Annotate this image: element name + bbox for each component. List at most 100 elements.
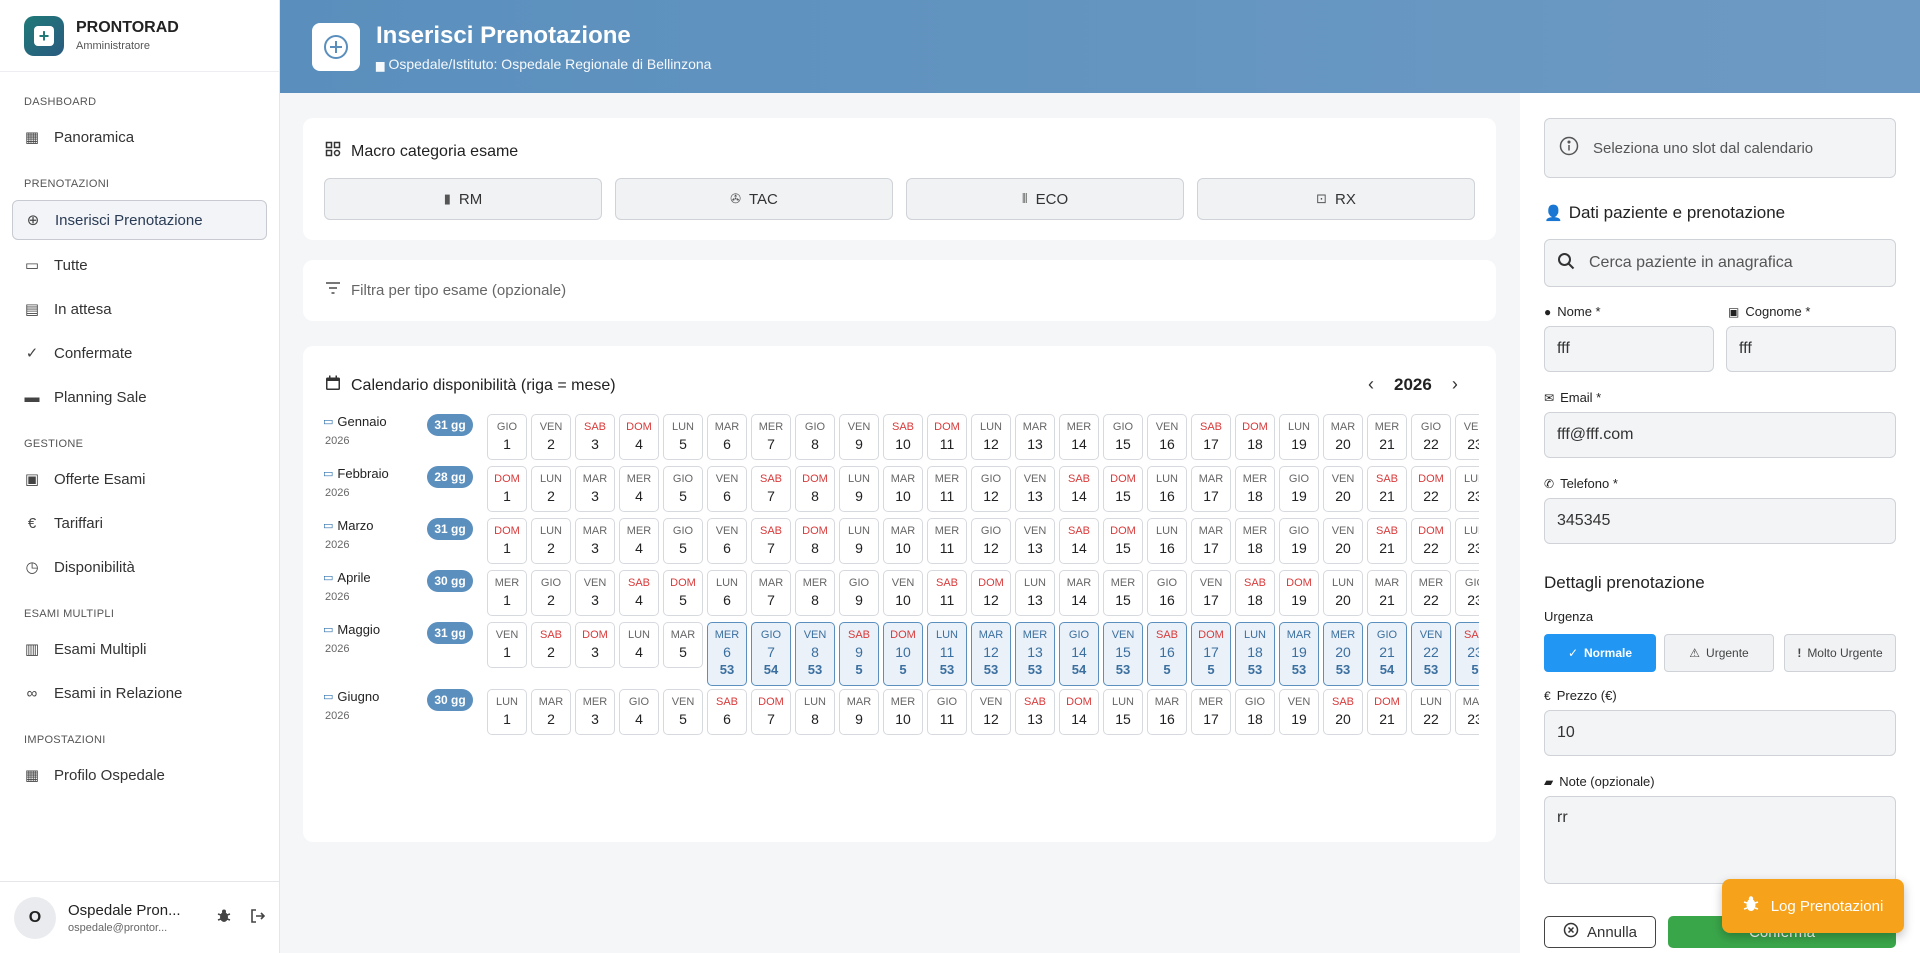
day-of-week: LUN — [847, 473, 870, 485]
macro-rm-button[interactable]: ▮ RM — [324, 178, 602, 220]
day-of-week: SAB — [539, 629, 562, 641]
sidebar-item-profilo-ospedale[interactable]: ▦ Profilo Ospedale — [12, 756, 267, 794]
filter-card[interactable]: Filtra per tipo esame (opzionale) — [303, 260, 1496, 321]
day-number: 23 — [1467, 644, 1479, 660]
calendar-slot-day[interactable]: VEN 8 53 — [795, 622, 835, 686]
calendar-slot-day[interactable]: LUN 18 53 — [1235, 622, 1275, 686]
slot-count: 53 — [1291, 662, 1307, 677]
day-number: 23 — [1467, 436, 1479, 452]
calendar-day: MAR 10 — [883, 466, 923, 512]
calendar-slot-day[interactable]: DOM 17 5 — [1191, 622, 1231, 686]
calendar-slot-day[interactable]: MER 20 53 — [1323, 622, 1363, 686]
calendar-slot-day[interactable]: DOM 10 5 — [883, 622, 923, 686]
calendar-day: LUN 16 — [1147, 466, 1187, 512]
day-number: 5 — [679, 540, 687, 556]
month-name: Maggio — [337, 622, 381, 637]
macro-tac-button[interactable]: ✇ TAC — [615, 178, 893, 220]
sidebar-item-disponibilit-[interactable]: ◷ Disponibilità — [12, 548, 267, 586]
telefono-label: ✆ Telefono * — [1544, 476, 1618, 491]
day-of-week: GIO — [1420, 421, 1442, 433]
sidebar-item-esami-multipli[interactable]: ▥ Esami Multipli — [12, 630, 267, 668]
prezzo-field[interactable]: 10 — [1544, 710, 1896, 756]
euro-icon: € — [1544, 688, 1551, 703]
nome-field[interactable]: fff — [1544, 326, 1714, 372]
day-of-week: MER — [1022, 629, 1048, 641]
bug-icon[interactable] — [216, 908, 232, 928]
sidebar-item-in-attesa[interactable]: ▤ In attesa — [12, 290, 267, 328]
sidebar-item-esami-in-relazione[interactable]: ∞ Esami in Relazione — [12, 674, 267, 712]
urgency-very-urgent-button[interactable]: ! Molto Urgente — [1784, 634, 1896, 672]
sidebar-item-planning-sale[interactable]: ▬ Planning Sale — [12, 378, 267, 416]
day-number: 13 — [1027, 488, 1043, 504]
day-number: 20 — [1335, 711, 1351, 727]
calendar-day: GIO 11 — [927, 689, 967, 735]
calendar-slot-day[interactable]: GIO 14 54 — [1059, 622, 1099, 686]
calendar-slot-day[interactable]: GIO 21 54 — [1367, 622, 1407, 686]
cognome-field[interactable]: fff — [1726, 326, 1896, 372]
calendar-slot-day[interactable]: MAR 12 53 — [971, 622, 1011, 686]
calendar-slot-day[interactable]: SAB 16 5 — [1147, 622, 1187, 686]
day-number: 9 — [855, 644, 863, 660]
avatar[interactable]: O — [14, 896, 56, 939]
calendar-day: LUN 4 — [619, 622, 659, 668]
hospital-name: Ospedale/Istituto: Ospedale Regionale di… — [388, 55, 712, 72]
macro-eco-button[interactable]: ⦀ ECO — [906, 178, 1184, 220]
calendar-month-row: ▭ Febbraio 2026 28 gg DOM 1 LUN 2 MAR 3 MER 4 GIO 5 VE… — [323, 466, 1479, 518]
day-of-week: SAB — [1023, 696, 1046, 708]
day-number: 14 — [1071, 488, 1087, 504]
sidebar-item-tariffari[interactable]: € Tariffari — [12, 504, 267, 542]
macro-tac-label: TAC — [749, 190, 778, 208]
calendar-day: MAR 14 — [1059, 570, 1099, 616]
calendar-day: MAR 17 — [1191, 466, 1231, 512]
chevron-right-icon[interactable]: › — [1452, 374, 1458, 395]
log-button-label: Log Prenotazioni — [1770, 897, 1884, 915]
section-title: GESTIONE — [24, 438, 84, 450]
note-label-text: Note (opzionale) — [1559, 774, 1655, 789]
calendar-slot-day[interactable]: VEN 22 53 — [1411, 622, 1451, 686]
sidebar-item-inserisci-prenotazione[interactable]: ⊕ Inserisci Prenotazione — [12, 200, 267, 240]
note-textarea[interactable]: rr — [1544, 796, 1896, 884]
day-of-week: MAR — [1022, 421, 1048, 433]
email-field[interactable]: fff@fff.com — [1544, 412, 1896, 458]
day-of-week: LUN — [539, 525, 562, 537]
calendar-slot-day[interactable]: GIO 7 54 — [751, 622, 791, 686]
calendar-day: MER 11 — [927, 518, 967, 564]
sidebar-item-offerte-esami[interactable]: ▣ Offerte Esami — [12, 460, 267, 498]
day-number: 21 — [1379, 488, 1395, 504]
sidebar-item-tutte[interactable]: ▭ Tutte — [12, 246, 267, 284]
logout-icon[interactable] — [250, 908, 266, 928]
day-number: 5 — [679, 644, 687, 660]
calendar-slot-day[interactable]: MER 13 53 — [1015, 622, 1055, 686]
day-of-week: MER — [1418, 577, 1444, 589]
monitor-icon: ▬ — [24, 388, 40, 406]
macro-title: Macro categoria esame — [351, 142, 519, 160]
calendar-slot-day[interactable]: MER 6 53 — [707, 622, 747, 686]
day-of-week: GIO — [540, 577, 562, 589]
day-number: 14 — [1071, 436, 1087, 452]
calendar-slot-day[interactable]: SAB 23 5 — [1455, 622, 1479, 686]
calendar-slot-day[interactable]: LUN 11 53 — [927, 622, 967, 686]
sidebar-item-confermate[interactable]: ✓ Confermate — [12, 334, 267, 372]
urgency-urgent-button[interactable]: ⚠ Urgente — [1664, 634, 1774, 672]
calendar-day: MAR 13 — [1015, 414, 1055, 460]
day-number: 8 — [811, 644, 819, 660]
calendar-icon: ▭ — [323, 572, 334, 584]
calendar-day: LUN 1 — [487, 689, 527, 735]
link-icon: ∞ — [26, 684, 38, 702]
day-number: 10 — [895, 436, 911, 452]
telefono-field[interactable]: 345345 — [1544, 498, 1896, 544]
calendar-slot-day[interactable]: VEN 15 53 — [1103, 622, 1143, 686]
chevron-left-icon[interactable]: ‹ — [1368, 374, 1374, 395]
patient-search-input[interactable]: Cerca paziente in anagrafica — [1544, 239, 1896, 287]
cancel-button[interactable]: Annulla — [1544, 916, 1656, 948]
slot-count: 5 — [1207, 662, 1215, 677]
log-prenotazioni-button[interactable]: Log Prenotazioni — [1722, 879, 1904, 933]
calendar-slot-day[interactable]: MAR 19 53 — [1279, 622, 1319, 686]
calendar-day: MER 8 — [795, 570, 835, 616]
macro-rx-button[interactable]: ⊡ RX — [1197, 178, 1475, 220]
calendar-day: LUN 15 — [1103, 689, 1143, 735]
urgency-normal-button[interactable]: ✓ Normale — [1544, 634, 1656, 672]
slot-count: 53 — [807, 662, 823, 677]
sidebar-item-panoramica[interactable]: ▦ Panoramica — [12, 118, 267, 156]
calendar-slot-day[interactable]: SAB 9 5 — [839, 622, 879, 686]
